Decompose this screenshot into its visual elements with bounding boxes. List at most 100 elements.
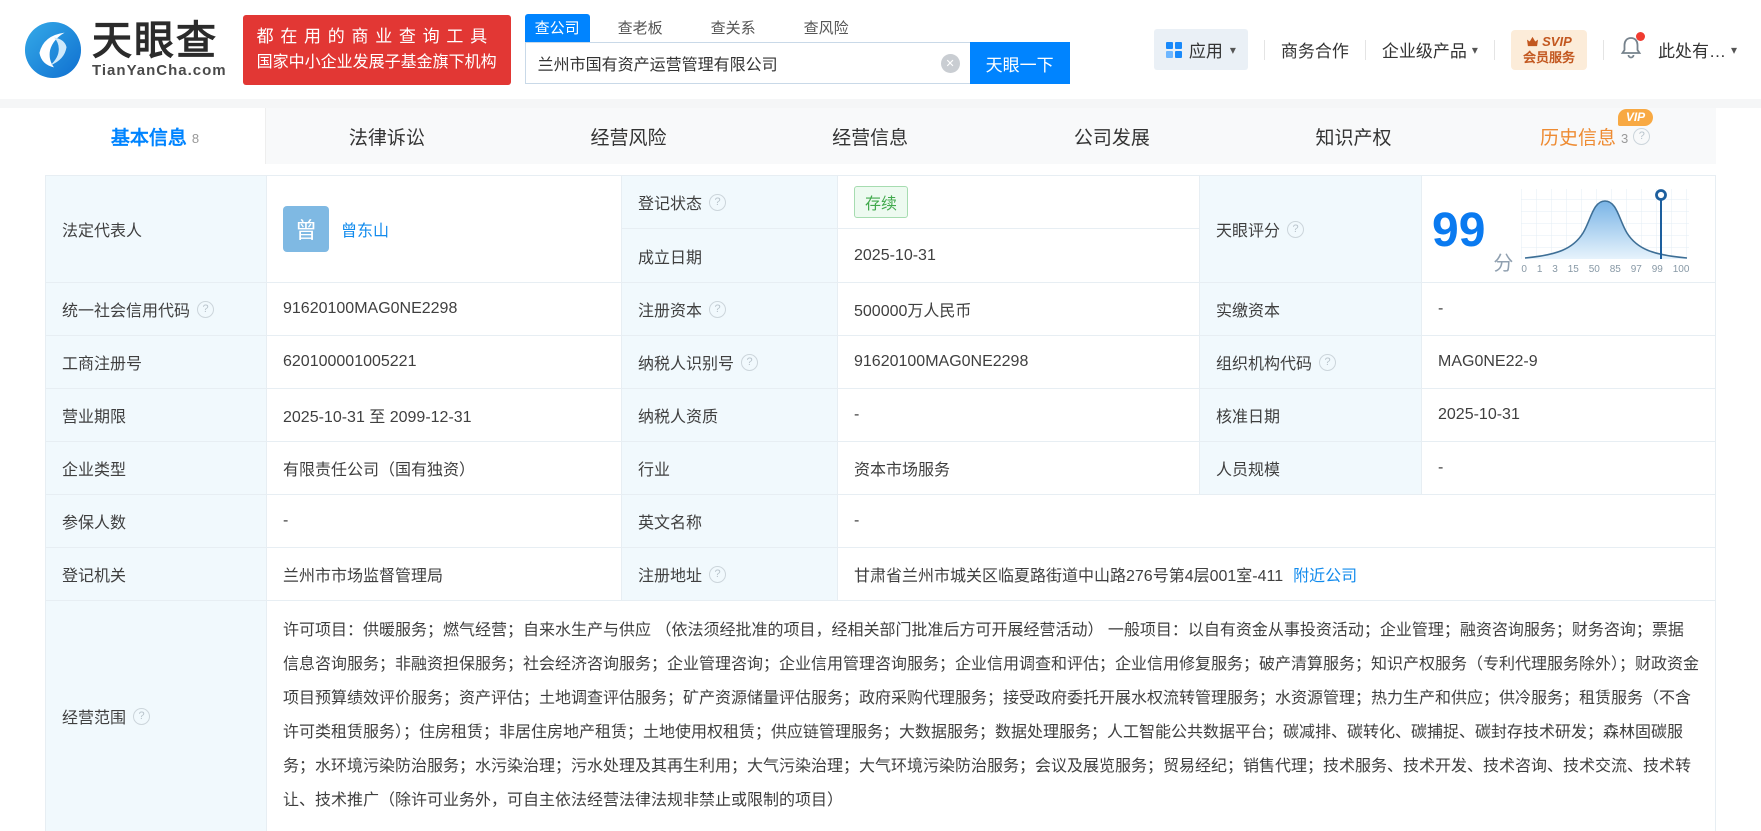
english-name-label: 英文名称 (622, 495, 838, 548)
reg-authority-label-text: 登记机关 (62, 568, 127, 585)
notification-bell[interactable] (1620, 32, 1645, 64)
legal-rep-name-link[interactable]: 曾东山 (341, 217, 389, 241)
tab-legal-proceedings[interactable]: 法律诉讼 (266, 108, 508, 164)
nav-divider (1493, 39, 1495, 60)
search-area: 查公司 查老板 查关系 查风险 ✕ 天眼一下 (524, 14, 1070, 84)
taxpayer-quality-label-text: 纳税人资质 (638, 409, 719, 426)
logo-subtitle: TianYanCha.com (92, 62, 227, 79)
tick: 99 (1651, 264, 1663, 275)
business-scope-label-text: 经营范围 (62, 710, 127, 727)
tick: 100 (1672, 264, 1690, 275)
enterprise-products-menu[interactable]: 企业级产品 ▾ (1382, 37, 1478, 62)
chevron-down-icon: ▾ (1229, 42, 1236, 57)
credit-code-value: 91620100MAG0NE2298 (267, 283, 622, 336)
score-marker-pin (1655, 189, 1668, 201)
business-scope-label: 经营范围 ? (46, 601, 267, 831)
clear-search-icon[interactable]: ✕ (940, 54, 960, 73)
chevron-down-icon: ▾ (1471, 42, 1478, 57)
industry-label: 行业 (622, 442, 838, 495)
tab-basic-info[interactable]: 基本信息 8 (45, 108, 266, 164)
status-date-stack: 登记状态 ? 存续 成立日期 2025-10-31 (622, 176, 1200, 283)
tab-operation-label: 经营信息 (832, 127, 909, 149)
search-tab-company[interactable]: 查公司 (524, 14, 590, 42)
table-row: 登记机关 兰州市市场监督管理局 注册地址 ? 甘肃省兰州市城关区临夏路街道中山路… (46, 548, 1715, 601)
reg-authority-label: 登记机关 (46, 548, 267, 601)
legal-rep-label: 法定代表人 (46, 176, 267, 283)
company-type-label-text: 企业类型 (62, 462, 127, 479)
company-type-value: 有限责任公司（国有独资） (267, 442, 622, 495)
business-coop-link[interactable]: 商务合作 (1281, 37, 1349, 62)
paid-capital-label-text: 实缴资本 (1216, 303, 1281, 320)
tab-intellectual-property[interactable]: 知识产权 (1233, 108, 1475, 164)
help-icon[interactable]: ? (1287, 220, 1305, 238)
search-input[interactable] (524, 42, 970, 84)
apps-menu[interactable]: 应用 ▾ (1153, 29, 1248, 70)
svip-subtitle: 会员服务 (1522, 49, 1575, 65)
vip-tag: VIP (1617, 109, 1654, 126)
help-icon[interactable]: ? (1633, 127, 1651, 145)
taxpayer-id-label-text: 纳税人识别号 (638, 356, 735, 373)
search-type-tabs: 查公司 查老板 查关系 查风险 (524, 14, 1070, 42)
nearby-companies-link[interactable]: 附近公司 (1293, 562, 1357, 586)
legal-rep-avatar[interactable]: 曾 (283, 206, 329, 252)
tianyancha-logo-icon (24, 21, 82, 78)
help-icon[interactable]: ? (133, 707, 151, 725)
help-icon[interactable]: ? (741, 353, 759, 371)
search-button[interactable]: 天眼一下 (969, 42, 1070, 84)
tianyancha-logo[interactable]: 天眼查 TianYanCha.com (24, 20, 227, 79)
english-name-label-text: 英文名称 (638, 515, 703, 532)
table-row: 企业类型 有限责任公司（国有独资） 行业 资本市场服务 人员规模 - (46, 442, 1715, 495)
staff-size-value: - (1422, 442, 1715, 495)
business-coop-label: 商务合作 (1280, 42, 1349, 61)
taxpayer-id-label: 纳税人识别号 ? (622, 336, 838, 389)
tab-ip-label: 知识产权 (1315, 127, 1392, 149)
reg-authority-value: 兰州市市场监督管理局 (267, 548, 622, 601)
header-nav: 应用 ▾ 商务合作 企业级产品 ▾ SVIP 会员服务 此处有… ▾ (1153, 29, 1737, 70)
taxpayer-quality-value: - (838, 389, 1200, 442)
reg-number-label-text: 工商注册号 (62, 356, 143, 373)
industry-value: 资本市场服务 (838, 442, 1200, 495)
banner-line-1: 都 在 用 的 商 业 查 询 工 具 (256, 26, 489, 46)
tab-company-development[interactable]: 公司发展 (991, 108, 1233, 164)
svip-member-badge[interactable]: SVIP 会员服务 (1510, 29, 1587, 70)
table-row: 参保人数 - 英文名称 - (46, 495, 1715, 548)
reg-capital-label-text: 注册资本 (638, 303, 703, 320)
notification-dot (1635, 32, 1645, 41)
paid-capital-value: - (1422, 283, 1715, 336)
tab-history-info[interactable]: VIP 历史信息 3 ? (1474, 108, 1716, 164)
legal-rep-label-text: 法定代表人 (62, 223, 143, 240)
tab-operating-info[interactable]: 经营信息 (749, 108, 991, 164)
tick: 3 (1552, 264, 1558, 275)
approval-date-value: 2025-10-31 (1422, 389, 1715, 442)
business-term-label-text: 营业期限 (62, 409, 127, 426)
help-icon[interactable]: ? (197, 300, 215, 318)
help-icon[interactable]: ? (709, 193, 727, 211)
header-separator (0, 99, 1761, 108)
tab-basic-info-count: 8 (191, 130, 200, 146)
tab-operating-risk[interactable]: 经营风险 (508, 108, 750, 164)
nav-divider (1602, 39, 1604, 60)
user-menu[interactable]: 此处有… ▾ (1658, 37, 1737, 62)
approval-date-label: 核准日期 (1200, 389, 1422, 442)
tick: 50 (1588, 264, 1600, 275)
nav-divider (1364, 39, 1366, 60)
business-term-label: 营业期限 (46, 389, 267, 442)
user-label: 此处有… (1657, 42, 1726, 61)
score-chart: 0 1 3 15 50 85 97 99 100 (1521, 187, 1690, 275)
score-axis-ticks: 0 1 3 15 50 85 97 99 100 (1521, 264, 1689, 275)
help-icon[interactable]: ? (1319, 353, 1337, 371)
establish-date-label-text: 成立日期 (638, 249, 703, 267)
search-tab-risk[interactable]: 查风险 (794, 14, 859, 42)
establish-date-value: 2025-10-31 (854, 246, 936, 264)
status-badge: 存续 (854, 186, 909, 218)
table-row: 统一社会信用代码 ? 91620100MAG0NE2298 注册资本 ? 500… (46, 283, 1715, 336)
help-icon[interactable]: ? (709, 300, 727, 318)
search-tab-relation[interactable]: 查关系 (701, 14, 766, 42)
score-value: 99 分 0 1 3 15 50 85 97 99 100 (1422, 176, 1715, 283)
help-icon[interactable]: ? (709, 565, 727, 583)
business-scope-value: 许可项目：供暖服务；燃气经营；自来水生产与供应 （依法须经批准的项目，经相关部门… (267, 601, 1715, 831)
taxpayer-quality-label: 纳税人资质 (622, 389, 838, 442)
reg-status-label: 登记状态 ? (622, 176, 838, 229)
search-tab-boss[interactable]: 查老板 (608, 14, 673, 42)
company-type-label: 企业类型 (46, 442, 267, 495)
